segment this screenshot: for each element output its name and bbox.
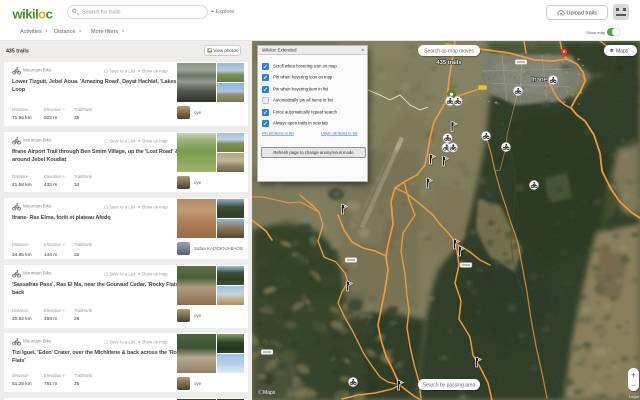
svg-text:Legal: Legal bbox=[629, 394, 639, 399]
svg-text:ⒸMaps: ⒸMaps bbox=[258, 389, 276, 396]
svg-text:Maps: Maps bbox=[616, 48, 629, 54]
svg-text:⌄: ⌄ bbox=[631, 48, 635, 53]
svg-text:435 trails: 435 trails bbox=[436, 60, 461, 66]
svg-text:−: − bbox=[631, 381, 636, 390]
svg-text:+: + bbox=[631, 371, 636, 380]
svg-text:Search as map moves: Search as map moves bbox=[424, 48, 474, 54]
svg-text:Ifrane: Ifrane bbox=[531, 77, 547, 84]
svg-text:Search by passing area: Search by passing area bbox=[423, 382, 476, 388]
